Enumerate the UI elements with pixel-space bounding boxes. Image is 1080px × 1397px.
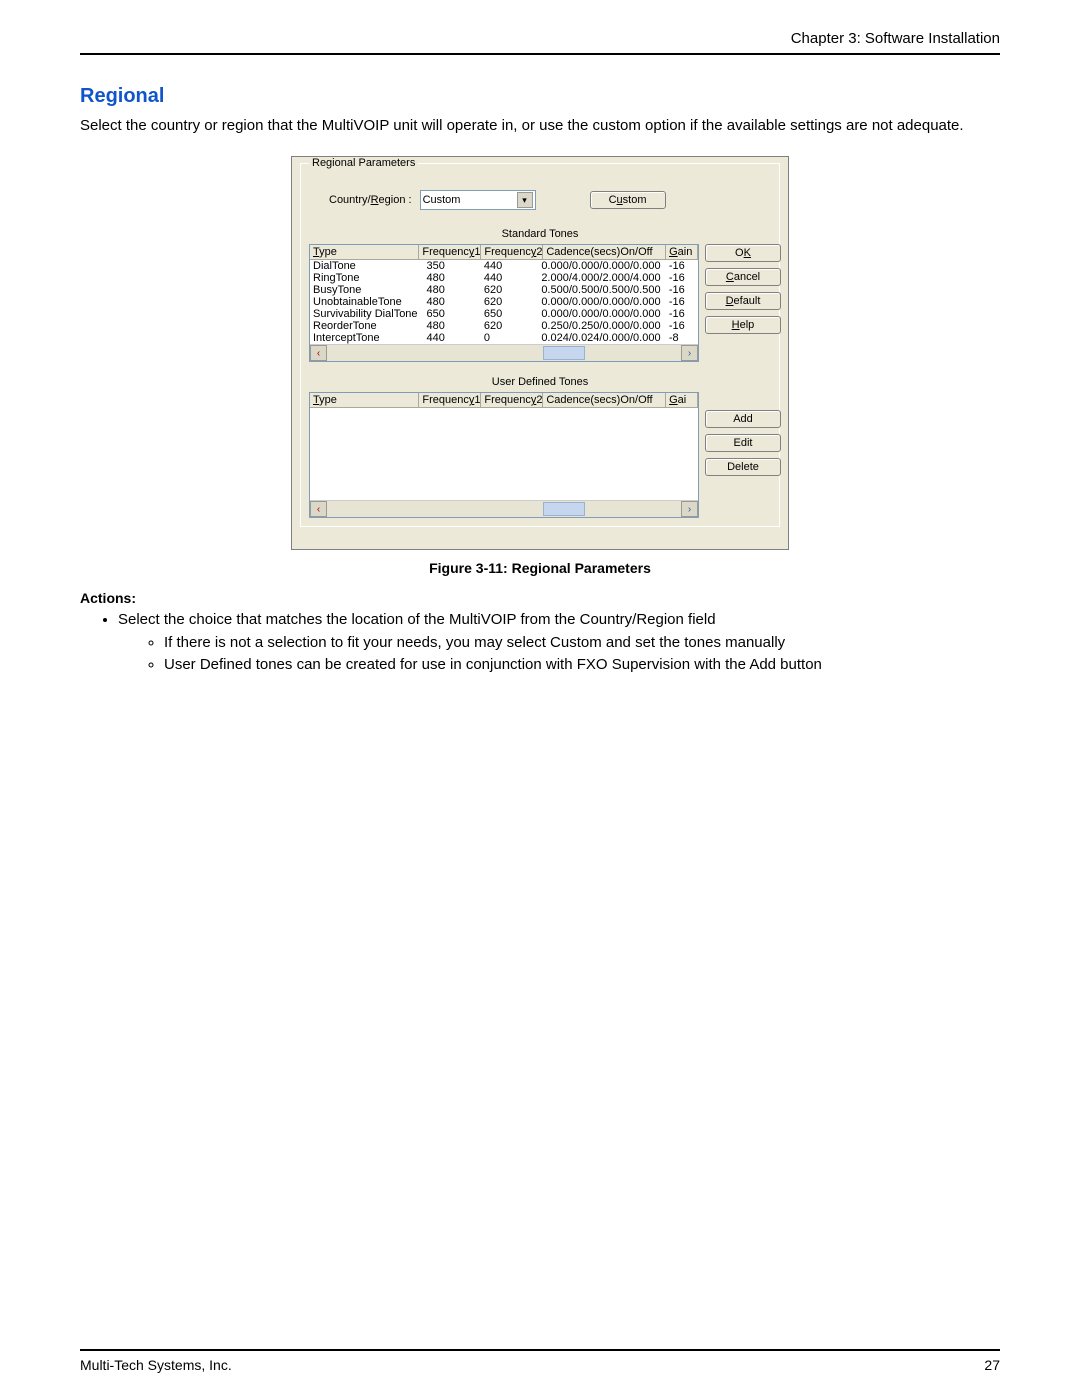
table-cell: 620 [481,320,538,332]
table-cell: 480 [424,284,481,296]
table-cell: 620 [481,284,538,296]
ok-button[interactable]: OK [705,244,781,262]
table-cell: BusyTone [310,284,424,296]
table-cell: 480 [424,320,481,332]
column-gai: Gai [666,393,698,407]
table-row[interactable]: BusyTone4806200.500/0.500/0.500/0.500-16 [310,284,698,296]
column-cadence: Cadence(secs)On/Off [543,393,666,407]
column-gain: Gain [666,245,698,259]
horizontal-scrollbar[interactable]: ‹ › [310,500,698,517]
user-defined-tones-label: User Defined Tones [309,376,771,388]
table-cell: 440 [424,332,481,344]
table-row[interactable]: RingTone4804402.000/4.000/2.000/4.000-16 [310,272,698,284]
table-cell: UnobtainableTone [310,296,424,308]
scroll-thumb[interactable] [543,346,585,360]
table-cell: 0.500/0.500/0.500/0.500 [538,284,666,296]
add-button[interactable]: Add [705,410,781,428]
scroll-thumb[interactable] [543,502,585,516]
list-item: Select the choice that matches the locat… [118,610,1000,675]
table-cell: Survivability DialTone [310,308,424,320]
dropdown-arrow-icon[interactable]: ▾ [517,192,533,208]
custom-button[interactable]: Custom [590,191,666,209]
table-cell: -16 [666,284,698,296]
table-cell: 0 [481,332,538,344]
table-cell: RingTone [310,272,424,284]
standard-tones-listview[interactable]: Type Frequency1 Frequency2 Cadence(secs)… [309,244,699,362]
scroll-right-icon[interactable]: › [681,345,698,361]
column-frequency1: Frequency1 [419,393,481,407]
table-header-row[interactable]: Type Frequency1 Frequency2 Cadence(secs)… [310,245,698,260]
footer-page-number: 27 [984,1357,1000,1373]
table-row[interactable]: DialTone3504400.000/0.000/0.000/0.000-16 [310,260,698,272]
actions-heading: Actions: [80,590,1000,606]
groupbox-legend: Regional Parameters [309,157,418,169]
table-cell: 0.250/0.250/0.000/0.000 [538,320,666,332]
default-button[interactable]: Default [705,292,781,310]
combo-value: Custom [423,194,461,206]
table-cell: -16 [666,296,698,308]
user-defined-tones-listview[interactable]: Type Frequency1 Frequency2 Cadence(secs)… [309,392,699,518]
table-cell: 0.000/0.000/0.000/0.000 [538,308,666,320]
country-region-label: Country/Region : [329,194,412,206]
table-cell: 620 [481,296,538,308]
table-cell: -8 [666,332,698,344]
table-cell: -16 [666,320,698,332]
scroll-right-icon[interactable]: › [681,501,698,517]
table-cell: ReorderTone [310,320,424,332]
table-cell: 480 [424,272,481,284]
table-cell: -16 [666,308,698,320]
column-type: Type [310,245,419,259]
scroll-left-icon[interactable]: ‹ [310,345,327,361]
table-header-row[interactable]: Type Frequency1 Frequency2 Cadence(secs)… [310,393,698,408]
section-intro: Select the country or region that the Mu… [80,116,1000,136]
delete-button[interactable]: Delete [705,458,781,476]
horizontal-scrollbar[interactable]: ‹ › [310,344,698,361]
table-cell: -16 [666,272,698,284]
regional-dialog: Regional Parameters Country/Region : Cus… [291,156,789,550]
table-row[interactable]: UnobtainableTone4806200.000/0.000/0.000/… [310,296,698,308]
table-row[interactable]: ReorderTone4806200.250/0.250/0.000/0.000… [310,320,698,332]
table-cell: 0.000/0.000/0.000/0.000 [538,260,666,272]
standard-tones-label: Standard Tones [309,228,771,240]
column-frequency2: Frequency2 [481,393,543,407]
table-cell: 480 [424,296,481,308]
table-cell: DialTone [310,260,424,272]
scroll-left-icon[interactable]: ‹ [310,501,327,517]
table-cell: -16 [666,260,698,272]
cancel-button[interactable]: Cancel [705,268,781,286]
help-button[interactable]: Help [705,316,781,334]
section-title: Regional [80,85,1000,108]
column-cadence: Cadence(secs)On/Off [543,245,666,259]
chapter-header: Chapter 3: Software Installation [80,30,1000,55]
column-frequency2: Frequency2 [481,245,543,259]
table-cell: 0.000/0.000/0.000/0.000 [538,296,666,308]
table-row[interactable]: Survivability DialTone6506500.000/0.000/… [310,308,698,320]
table-cell: 650 [424,308,481,320]
footer-company: Multi-Tech Systems, Inc. [80,1357,232,1373]
table-cell: 440 [481,272,538,284]
list-item: User Defined tones can be created for us… [164,655,1000,675]
figure-caption: Figure 3-11: Regional Parameters [80,560,1000,576]
table-cell: 0.024/0.024/0.000/0.000 [538,332,666,344]
table-cell: 2.000/4.000/2.000/4.000 [538,272,666,284]
column-type: Type [310,393,419,407]
table-cell: 350 [424,260,481,272]
list-item: If there is not a selection to fit your … [164,633,1000,653]
table-row[interactable]: InterceptTone44000.024/0.024/0.000/0.000… [310,332,698,344]
table-cell: 650 [481,308,538,320]
table-cell: InterceptTone [310,332,424,344]
column-frequency1: Frequency1 [419,245,481,259]
edit-button[interactable]: Edit [705,434,781,452]
table-cell: 440 [481,260,538,272]
country-region-combo[interactable]: Custom ▾ [420,190,536,210]
